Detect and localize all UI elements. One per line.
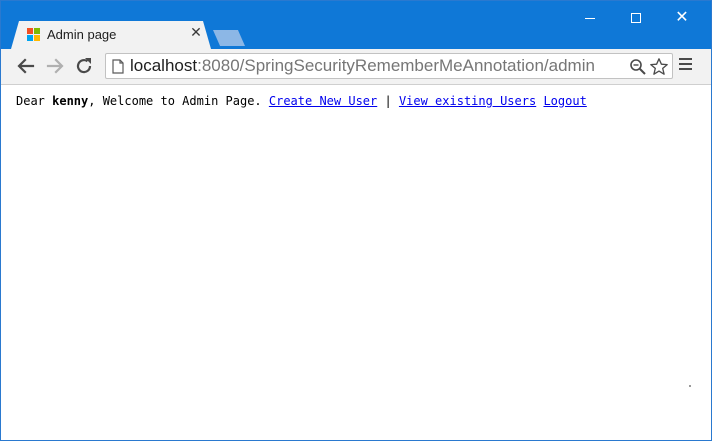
reload-icon [76, 58, 92, 74]
resize-grip [689, 385, 691, 387]
forward-arrow-icon [46, 58, 64, 74]
link-separator: | [377, 94, 399, 108]
url-host: localhost [130, 56, 198, 75]
forward-button[interactable] [43, 54, 67, 78]
tab-close-icon[interactable]: ✕ [189, 26, 203, 40]
maximize-icon [631, 13, 641, 23]
address-bar[interactable]: localhost:8080/SpringSecurityRememberMeA… [105, 53, 673, 79]
tab-title: Admin page [47, 27, 117, 42]
minimize-icon [585, 18, 595, 19]
window-close-button[interactable]: ✕ [659, 1, 705, 35]
reload-button[interactable] [72, 54, 96, 78]
zoom-icon[interactable] [629, 58, 647, 76]
create-user-link[interactable]: Create New User [269, 94, 377, 108]
new-tab-icon[interactable] [213, 30, 245, 46]
page-content: Dear kenny, Welcome to Admin Page. Creat… [16, 93, 587, 109]
maximize-button[interactable] [612, 1, 658, 35]
browser-toolbar: localhost:8080/SpringSecurityRememberMeA… [1, 49, 711, 85]
minimize-button[interactable] [566, 1, 612, 35]
back-arrow-icon [17, 58, 35, 74]
logout-link[interactable]: Logout [543, 94, 586, 108]
greeting-prefix: Dear [16, 94, 53, 108]
window-close-icon: ✕ [675, 7, 689, 26]
url-text[interactable]: localhost:8080/SpringSecurityRememberMeA… [130, 56, 595, 76]
url-path: :8080/SpringSecurityRememberMeAnnotation… [197, 56, 595, 75]
hamburger-menu-icon[interactable] [679, 58, 693, 74]
title-bar: Admin page ✕ ✕ [1, 1, 711, 49]
view-users-link[interactable]: View existing Users [399, 94, 536, 108]
tab-admin-page[interactable]: Admin page ✕ [11, 21, 211, 49]
windows-logo-icon [27, 28, 40, 41]
back-button[interactable] [14, 54, 38, 78]
greeting-suffix: , Welcome to Admin Page. [88, 94, 269, 108]
username: kenny [52, 94, 89, 108]
page-icon [112, 59, 124, 74]
browser-window: Admin page ✕ ✕ localhost:8080/SpringSecu… [0, 0, 712, 441]
star-icon[interactable] [649, 57, 669, 77]
